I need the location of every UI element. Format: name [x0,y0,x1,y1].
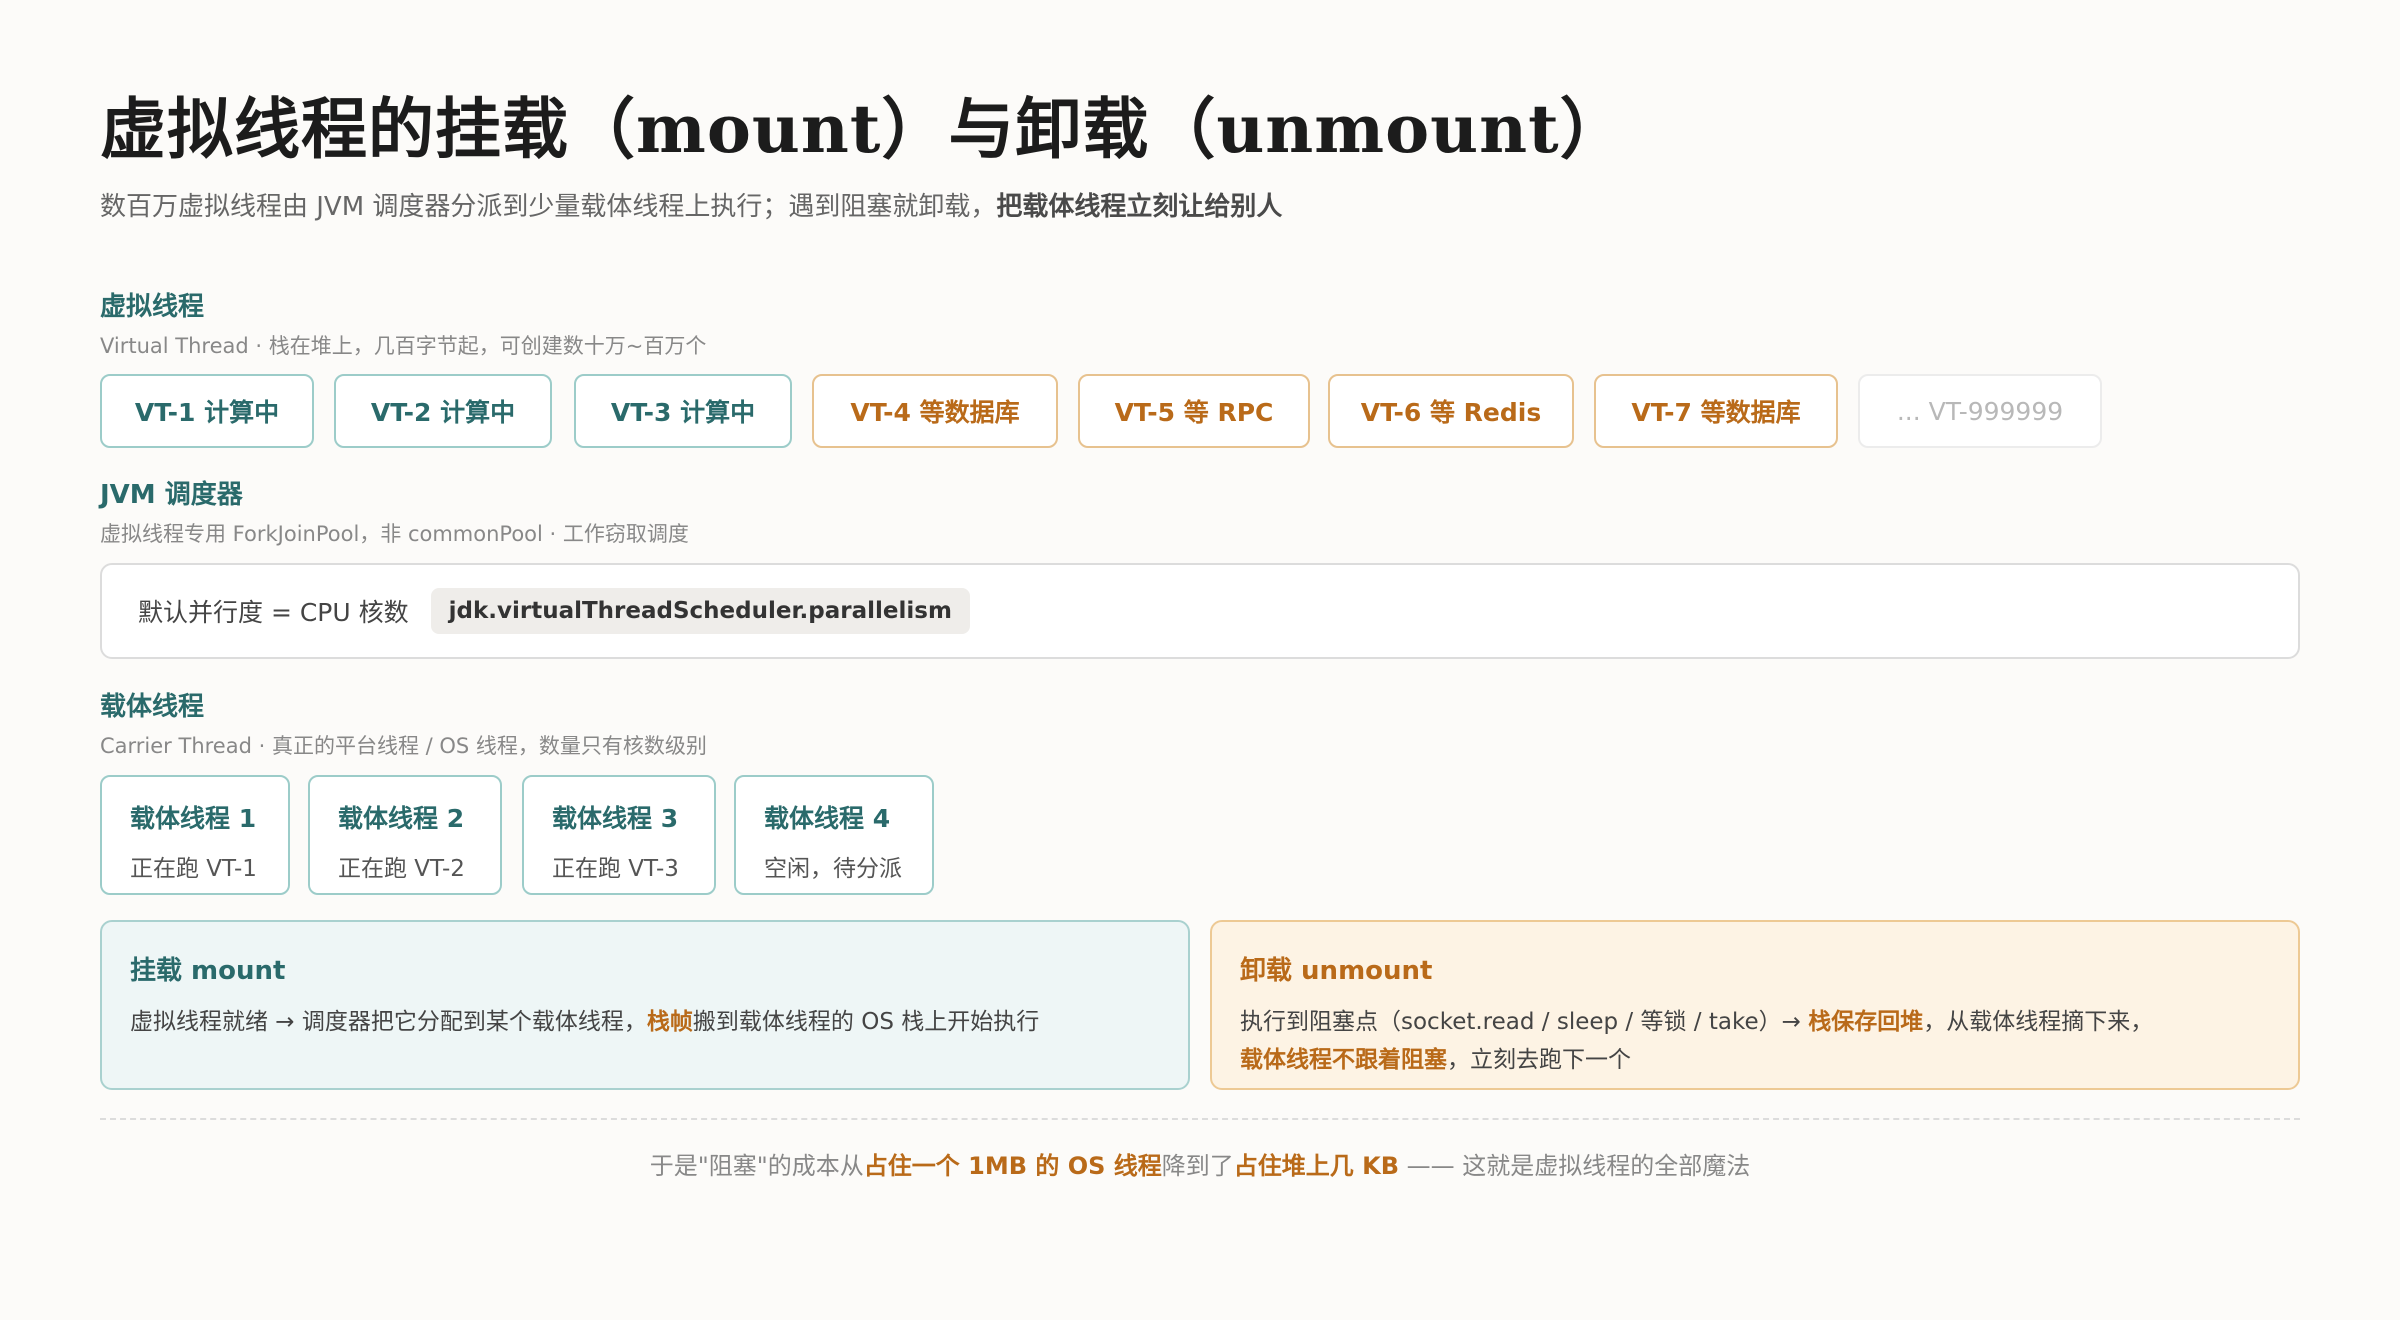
mount-body: 虚拟线程就绪 → 调度器把它分配到某个载体线程，栈帧搬到载体线程的 OS 栈上开… [130,1003,1188,1041]
vt-chip-7: VT-7 等数据库 [1594,374,1838,448]
unmount-text: 执行到阻塞点（socket.read / sleep / 等锁 / take）→ [1240,1009,1809,1035]
carrier-title: 载体线程 2 [338,804,465,833]
unmount-panel: 卸载 unmount 执行到阻塞点（socket.read / sleep / … [1210,920,2300,1090]
mount-text: 虚拟线程就绪 → 调度器把它分配到某个载体线程， [130,1009,647,1035]
carrier-title: 载体线程 1 [130,804,257,833]
vt-chip-5: VT-5 等 RPC [1078,374,1310,448]
footer-divider [100,1118,2300,1120]
scheduler-box: 默认并行度 = CPU 核数 jdk.virtualThreadSchedule… [100,563,2300,659]
vt-chip-4: VT-4 等数据库 [812,374,1058,448]
unmount-text: ，立刻去跑下一个 [1447,1047,1631,1073]
carrier-title: 载体线程 4 [764,804,891,833]
vt-chip-3: VT-3 计算中 [574,374,792,448]
footer-highlight: 占住堆上几 KB [1233,1152,1400,1180]
carrier-status: 空闲，待分派 [764,856,902,882]
footer-note: 于是"阻塞"的成本从占住一个 1MB 的 OS 线程降到了占住堆上几 KB ——… [100,1146,2300,1181]
footer-text: 降到了 [1161,1152,1234,1180]
carrier-status: 正在跑 VT-2 [338,856,465,882]
scheduler-desc: 虚拟线程专用 ForkJoinPool，非 commonPool · 工作窃取调… [100,522,689,546]
page-title: 虚拟线程的挂载（mount）与卸载（unmount） [100,90,1627,168]
vt-chip-6: VT-6 等 Redis [1328,374,1574,448]
carrier-heading: 载体线程 [100,692,205,722]
carrier-card-2: 载体线程 2 正在跑 VT-2 [308,775,502,895]
subtitle-bold: 把载体线程立刻让给别人 [996,192,1283,222]
vt-chip-more: ... VT-999999 [1858,374,2102,448]
vt-chip-1: VT-1 计算中 [100,374,314,448]
carrier-status: 正在跑 VT-1 [130,856,257,882]
unmount-highlight: 载体线程不跟着阻塞 [1240,1047,1447,1073]
mount-text: 搬到载体线程的 OS 栈上开始执行 [692,1009,1040,1035]
vt-chip-2: VT-2 计算中 [334,374,552,448]
virtual-thread-desc: Virtual Thread · 栈在堆上，几百字节起，可创建数十万~百万个 [100,334,707,358]
carrier-status: 正在跑 VT-3 [552,856,679,882]
mount-highlight: 栈帧 [646,1009,693,1035]
virtual-thread-row: VT-1 计算中 VT-2 计算中 VT-3 计算中 VT-4 等数据库 VT-… [100,374,2300,448]
carrier-title: 载体线程 3 [552,804,679,833]
subtitle-text: 数百万虚拟线程由 JVM 调度器分派到少量载体线程上执行；遇到阻塞就卸载， [100,192,997,222]
unmount-heading: 卸载 unmount [1240,956,1433,986]
scheduler-code: jdk.virtualThreadScheduler.parallelism [430,588,970,634]
carrier-desc: Carrier Thread · 真正的平台线程 / OS 线程，数量只有核数级… [100,734,707,758]
scheduler-heading: JVM 调度器 [100,480,243,510]
carrier-card-1: 载体线程 1 正在跑 VT-1 [100,775,290,895]
footer-text: 于是"阻塞"的成本从 [649,1152,864,1180]
page-subtitle: 数百万虚拟线程由 JVM 调度器分派到少量载体线程上执行；遇到阻塞就卸载，把载体… [100,186,1282,223]
unmount-body: 执行到阻塞点（socket.read / sleep / 等锁 / take）→… [1240,1003,2298,1079]
mount-heading: 挂载 mount [130,956,286,986]
carrier-card-3: 载体线程 3 正在跑 VT-3 [522,775,716,895]
virtual-thread-heading: 虚拟线程 [100,292,205,322]
scheduler-text: 默认并行度 = CPU 核数 [138,598,409,627]
unmount-text: ，从载体线程摘下来， [1923,1009,2154,1035]
unmount-highlight: 栈保存回堆 [1808,1009,1924,1035]
footer-text: —— 这就是虚拟线程的全部魔法 [1399,1152,1751,1180]
mount-panel: 挂载 mount 虚拟线程就绪 → 调度器把它分配到某个载体线程，栈帧搬到载体线… [100,920,1190,1090]
carrier-card-4: 载体线程 4 空闲，待分派 [734,775,934,895]
footer-highlight: 占住一个 1MB 的 OS 线程 [863,1152,1162,1180]
